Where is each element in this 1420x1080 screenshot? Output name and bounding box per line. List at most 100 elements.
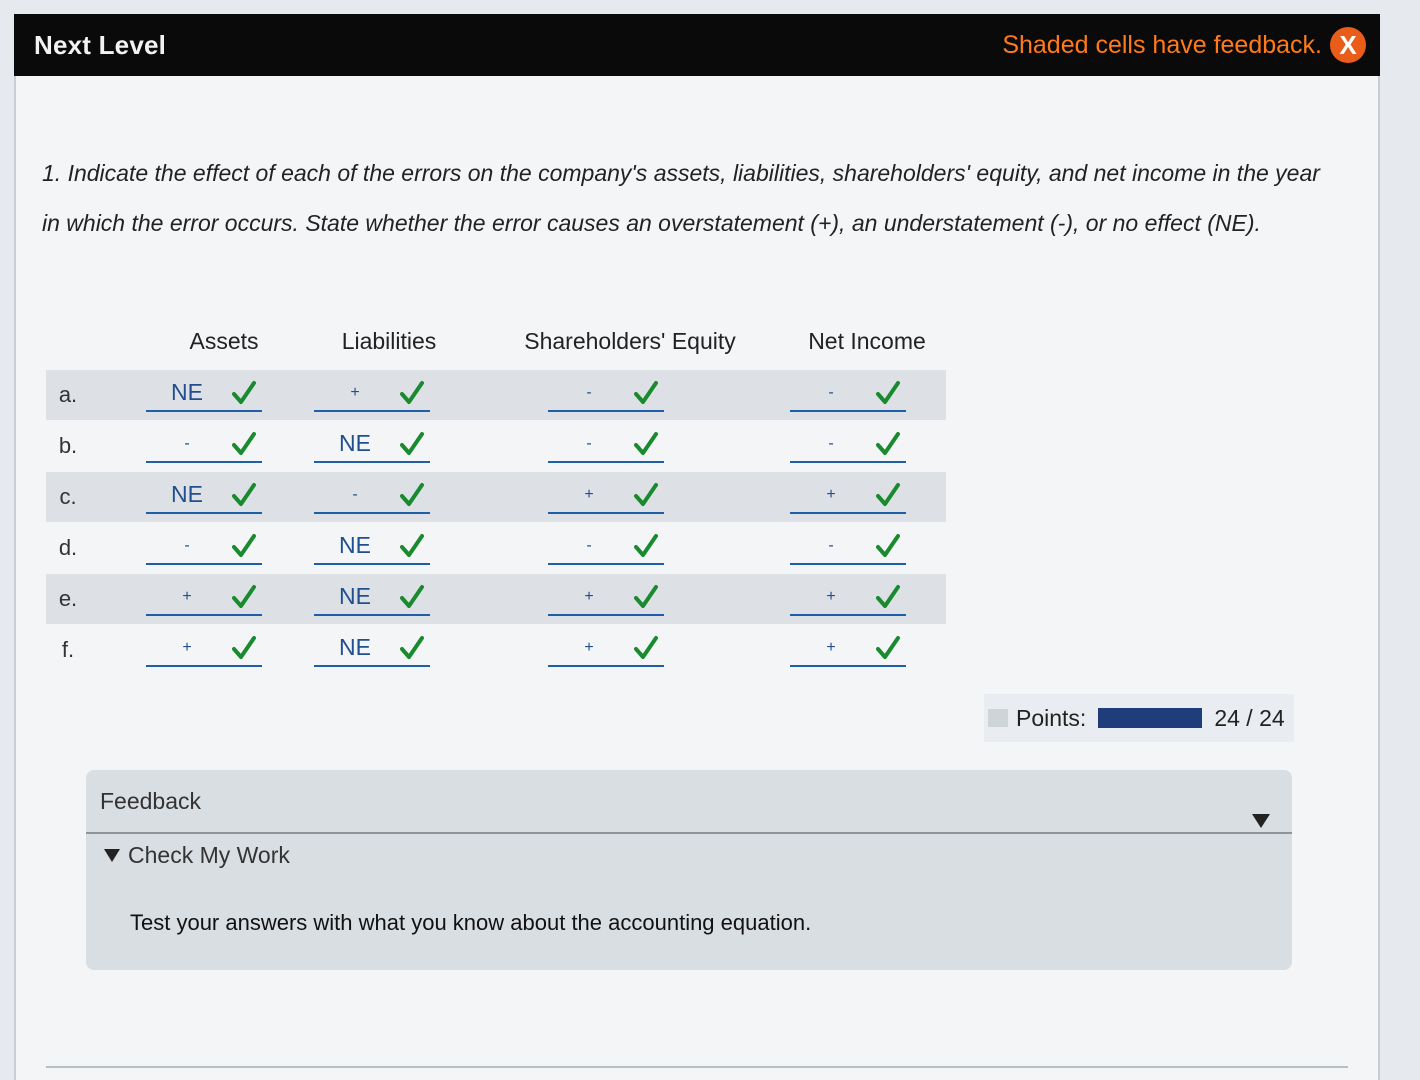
answer-cell-liabilities[interactable]: NE	[314, 425, 430, 463]
answer-value: NE	[171, 481, 203, 507]
check-my-work-toggle[interactable]: Check My Work	[104, 842, 290, 869]
answer-value: +	[826, 486, 836, 503]
answer-cell-shareholders-equity[interactable]: -	[548, 425, 664, 463]
answer-value: -	[828, 384, 834, 401]
check-icon	[400, 585, 424, 608]
points-label: Points:	[1016, 704, 1087, 731]
triangle-down-icon	[104, 849, 120, 862]
answer-value: -	[586, 435, 592, 452]
answer-value: NE	[339, 532, 371, 558]
check-icon	[400, 381, 424, 404]
points-score: 24 / 24	[1214, 704, 1285, 731]
check-icon	[634, 483, 658, 506]
title-bar-right: Shaded cells have feedback. X	[1002, 27, 1366, 63]
answer-value: NE	[339, 430, 371, 456]
check-icon	[634, 432, 658, 455]
header-shareholders-equity: Shareholders' Equity	[524, 328, 736, 354]
answer-cell-assets[interactable]: -	[146, 425, 262, 463]
answer-cell-liabilities[interactable]: +	[314, 374, 430, 412]
check-icon	[232, 483, 256, 506]
check-icon	[634, 381, 658, 404]
answer-cell-shareholders-equity[interactable]: +	[548, 629, 664, 667]
answer-cell-net-income[interactable]: -	[790, 425, 906, 463]
check-icon	[876, 585, 900, 608]
check-icon	[400, 432, 424, 455]
answer-cell-net-income[interactable]: +	[790, 476, 906, 514]
answer-cell-net-income[interactable]: -	[790, 527, 906, 565]
flag-icon	[988, 709, 1008, 727]
answer-cell-shareholders-equity[interactable]: +	[548, 578, 664, 616]
points-progress-bar	[1098, 708, 1203, 728]
feedback-panel: Feedback Check My Work Test your answers…	[86, 770, 1292, 970]
answer-cell-shareholders-equity[interactable]: +	[548, 476, 664, 514]
answer-cell-liabilities[interactable]: NE	[314, 629, 430, 667]
check-icon	[876, 636, 900, 659]
answer-value: NE	[339, 583, 371, 609]
answer-cell-shareholders-equity[interactable]: -	[548, 527, 664, 565]
feedback-text: Test your answers with what you know abo…	[130, 910, 812, 935]
check-icon	[400, 483, 424, 506]
answer-cell-shareholders-equity[interactable]: -	[548, 374, 664, 412]
check-icon	[232, 432, 256, 455]
answer-value: +	[182, 639, 192, 656]
check-icon	[876, 381, 900, 404]
header-net-income: Net Income	[808, 328, 926, 354]
check-icon	[634, 636, 658, 659]
answer-value: -	[828, 537, 834, 554]
answer-value: -	[586, 537, 592, 554]
feedback-divider	[86, 832, 1292, 834]
check-my-work-label: Check My Work	[128, 842, 290, 868]
title-bar: Next Level Shaded cells have feedback. X	[14, 14, 1380, 76]
answer-cell-assets[interactable]: NE	[146, 374, 262, 412]
collapse-arrow-icon[interactable]	[1252, 814, 1270, 828]
check-icon	[876, 432, 900, 455]
row-label: d.	[58, 535, 78, 560]
question-text: 1. Indicate the effect of each of the er…	[42, 160, 1320, 236]
header-liabilities: Liabilities	[341, 328, 437, 354]
answer-cell-net-income[interactable]: +	[790, 629, 906, 667]
row-label: a.	[58, 382, 78, 407]
answer-value: -	[184, 537, 190, 554]
answer-cell-assets[interactable]: +	[146, 578, 262, 616]
question-content: 1. Indicate the effect of each of the er…	[14, 76, 1380, 1080]
row-label: e.	[58, 586, 78, 611]
points-area: Points: 24 / 24	[984, 694, 1294, 742]
check-icon	[232, 636, 256, 659]
answer-cell-liabilities[interactable]: -	[314, 476, 430, 514]
row-label: c.	[59, 484, 77, 509]
row-label: b.	[58, 433, 78, 458]
answer-cell-liabilities[interactable]: NE	[314, 527, 430, 565]
answer-value: +	[826, 639, 836, 656]
check-icon	[634, 534, 658, 557]
answer-value: +	[350, 384, 360, 401]
answer-value: +	[584, 588, 594, 605]
answer-value: +	[826, 588, 836, 605]
answer-cell-net-income[interactable]: +	[790, 578, 906, 616]
check-icon	[400, 534, 424, 557]
answer-value: -	[352, 486, 358, 503]
close-button[interactable]: X	[1330, 27, 1366, 63]
answer-value: +	[584, 639, 594, 656]
answer-value: +	[182, 588, 192, 605]
check-icon	[232, 534, 256, 557]
answer-value: +	[584, 486, 594, 503]
check-icon	[876, 534, 900, 557]
answer-value: NE	[171, 379, 203, 405]
points-progress-fill	[1098, 708, 1203, 728]
check-icon	[634, 585, 658, 608]
header-assets: Assets	[189, 328, 259, 354]
check-icon	[232, 381, 256, 404]
feedback-note: Shaded cells have feedback.	[1002, 30, 1322, 59]
answer-cell-assets[interactable]: NE	[146, 476, 262, 514]
answer-value: -	[828, 435, 834, 452]
answer-value: NE	[339, 634, 371, 660]
check-icon	[876, 483, 900, 506]
check-icon	[232, 585, 256, 608]
answer-cell-assets[interactable]: -	[146, 527, 262, 565]
answer-value: -	[586, 384, 592, 401]
bottom-divider	[46, 1066, 1348, 1068]
answer-value: -	[184, 435, 190, 452]
answer-cell-liabilities[interactable]: NE	[314, 578, 430, 616]
answer-cell-assets[interactable]: +	[146, 629, 262, 667]
answer-cell-net-income[interactable]: -	[790, 374, 906, 412]
